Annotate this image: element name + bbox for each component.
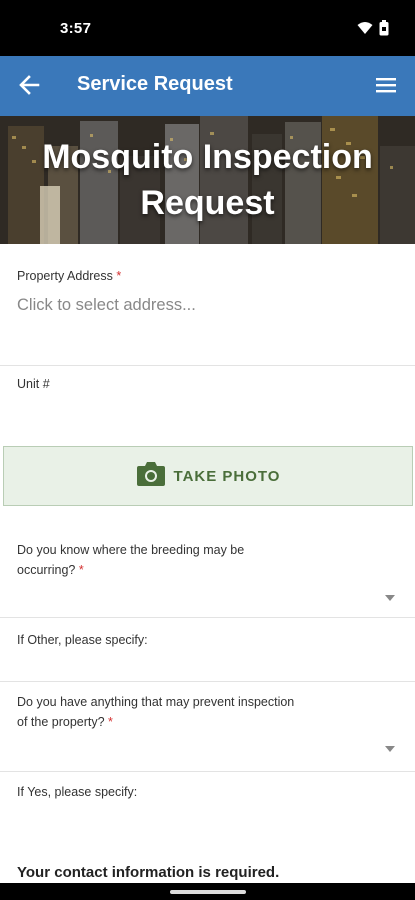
hero-banner: Mosquito Inspection Request [0, 116, 415, 244]
property-address-field[interactable]: Property Address * Click to select addre… [0, 244, 415, 366]
home-gesture-pill[interactable] [170, 890, 246, 894]
chevron-down-icon[interactable] [385, 746, 395, 752]
prevent-inspection-label: Do you have anything that may prevent in… [17, 692, 294, 732]
wifi-icon [357, 21, 373, 40]
breeding-other-label: If Other, please specify: [17, 633, 148, 647]
camera-icon [136, 461, 166, 492]
required-mark: * [116, 269, 122, 283]
take-photo-button[interactable]: TAKE PHOTO [3, 446, 413, 506]
unit-field[interactable]: Unit # [0, 366, 415, 422]
breeding-other-field[interactable]: If Other, please specify: [0, 618, 415, 682]
hamburger-menu-icon [375, 76, 397, 99]
status-time: 3:57 [60, 20, 92, 37]
breeding-location-label: Do you know where the breeding may be oc… [17, 540, 244, 580]
chevron-down-icon[interactable] [385, 595, 395, 601]
property-address-label: Property Address * [17, 266, 121, 286]
take-photo-label: TAKE PHOTO [173, 467, 281, 485]
prevent-yes-label: If Yes, please specify: [17, 785, 138, 799]
status-icons [357, 20, 389, 41]
back-arrow-icon [18, 74, 40, 101]
hero-title: Mosquito Inspection Request [42, 138, 373, 222]
prevent-yes-field[interactable]: If Yes, please specify: [0, 772, 415, 832]
required-mark: * [78, 563, 84, 577]
property-address-input[interactable]: Click to select address... [17, 296, 196, 315]
contact-info-heading: Your contact information is required. [17, 864, 280, 881]
breeding-label-line2: occurring? [17, 563, 76, 577]
app-bar: Service Request [0, 56, 415, 116]
prevent-inspection-select[interactable]: Do you have anything that may prevent in… [0, 682, 415, 772]
battery-icon [379, 20, 389, 41]
menu-button[interactable] [371, 72, 401, 102]
system-nav-bar [0, 883, 415, 900]
prevent-label-line2: of the property? [17, 715, 105, 729]
app-title: Service Request [77, 73, 233, 95]
status-bar: 3:57 [0, 0, 415, 56]
breeding-label-line1: Do you know where the breeding may be [17, 543, 245, 557]
prevent-label-line1: Do you have anything that may prevent in… [17, 695, 295, 709]
property-address-label-text: Property Address [17, 269, 113, 283]
unit-label: Unit # [17, 377, 50, 391]
back-button[interactable] [14, 72, 44, 102]
breeding-location-select[interactable]: Do you know where the breeding may be oc… [0, 520, 415, 618]
required-mark: * [108, 715, 113, 729]
